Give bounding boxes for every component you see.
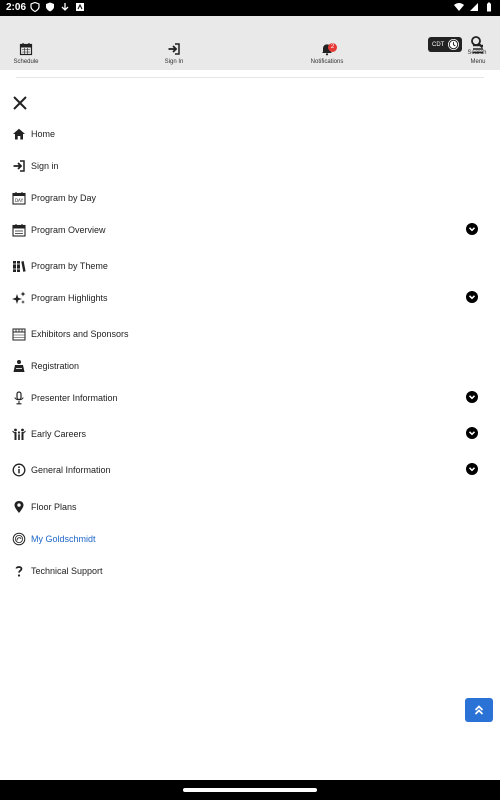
menu-item-label: Program by Theme [31, 261, 108, 271]
menu-item-technical-support[interactable]: Technical Support [12, 561, 488, 581]
menu-item-presenter-information[interactable]: Presenter Information [12, 388, 488, 408]
system-navigation-bar [0, 780, 500, 800]
menu-item-registration[interactable]: Registration [12, 356, 488, 376]
people-icon [12, 427, 26, 441]
map-pin-icon [12, 500, 26, 514]
menu-item-exhibitors-and-sponsors[interactable]: Exhibitors and Sponsors [12, 324, 488, 344]
svg-text:DAY: DAY [15, 198, 24, 203]
goldschmidt-logo-icon [12, 532, 26, 546]
chevron-down-icon[interactable] [466, 427, 478, 439]
question-icon [12, 564, 26, 578]
sign-in-icon [168, 43, 180, 55]
registration-icon [12, 359, 26, 373]
schedule-label: Schedule [13, 59, 39, 65]
menu-item-program-highlights[interactable]: Program Highlights [12, 288, 488, 308]
sparkles-icon [12, 291, 26, 305]
menu-button[interactable]: Menu [448, 42, 500, 65]
notifications-badge: 2 [328, 43, 337, 52]
menu-item-my-goldschmidt[interactable]: My Goldschmidt [12, 529, 488, 549]
menu-item-sign-in[interactable]: Sign in [12, 156, 488, 176]
chevron-down-icon[interactable] [466, 291, 478, 303]
store-icon [12, 327, 26, 341]
menu-item-general-information[interactable]: General Information [12, 460, 488, 480]
menu-item-program-overview[interactable]: Program Overview [12, 220, 488, 240]
menu-item-label: Sign in [31, 161, 59, 171]
menu-label: Menu [470, 59, 486, 65]
menu-item-label: Floor Plans [31, 502, 77, 512]
books-icon [12, 259, 26, 273]
close-icon [13, 96, 27, 110]
chevron-down-icon[interactable] [466, 391, 478, 403]
status-bar: 2:06 [0, 0, 500, 16]
menu-item-label: Technical Support [31, 566, 103, 576]
home-icon [12, 127, 26, 141]
menu-item-home[interactable]: Home [12, 124, 488, 144]
menu-item-label: Program by Day [31, 193, 97, 203]
menu-item-label: Registration [31, 361, 80, 371]
sign-in-label: Sign In [164, 59, 184, 65]
microphone-icon [12, 391, 26, 405]
timezone-label: CDT [432, 41, 445, 48]
scroll-to-top-button[interactable] [465, 698, 493, 722]
menu-item-program-by-day[interactable]: DAY Program by Day [12, 188, 488, 208]
menu-item-label: Early Careers [31, 429, 87, 439]
battery-icon [487, 2, 491, 12]
schedule-button[interactable]: Schedule [0, 42, 56, 65]
signal-icon [470, 3, 478, 11]
close-menu-button[interactable] [12, 95, 28, 111]
shield-icon [30, 2, 40, 12]
info-icon [12, 463, 26, 477]
menu-item-early-careers[interactable]: Early Careers [12, 424, 488, 444]
menu-item-label: My Goldschmidt [31, 534, 96, 544]
menu-item-program-by-theme[interactable]: Program by Theme [12, 256, 488, 276]
calendar-icon [19, 43, 33, 56]
sign-in-icon [12, 159, 26, 173]
app-notification-icon [76, 3, 84, 11]
chevron-down-icon[interactable] [466, 223, 478, 235]
home-gesture-handle[interactable] [183, 788, 317, 792]
menu-item-label: General Information [31, 465, 111, 475]
notifications-button[interactable]: Notifications [297, 42, 357, 65]
wifi-icon [454, 3, 464, 11]
calendar-day-icon: DAY [12, 191, 26, 205]
double-chevron-up-icon [474, 705, 484, 715]
menu-item-label: Home [31, 129, 56, 139]
chevron-down-icon[interactable] [466, 463, 478, 475]
menu-item-label: Presenter Information [31, 393, 118, 403]
calendar-icon [12, 223, 26, 237]
menu-item-label: Program Highlights [31, 293, 108, 303]
sign-in-button[interactable]: Sign In [144, 42, 204, 65]
menu-item-floor-plans[interactable]: Floor Plans [12, 497, 488, 517]
top-toolbar: CDT Search Schedule Sign In N [0, 16, 500, 70]
status-time: 2:06 [6, 2, 27, 13]
hamburger-icon [473, 44, 483, 54]
notifications-label: Notifications [310, 59, 344, 65]
download-icon [61, 3, 69, 11]
toolbar-divider [16, 77, 484, 78]
menu-item-label: Exhibitors and Sponsors [31, 329, 129, 339]
security-shield-icon [46, 2, 54, 12]
menu-item-label: Program Overview [31, 225, 106, 235]
